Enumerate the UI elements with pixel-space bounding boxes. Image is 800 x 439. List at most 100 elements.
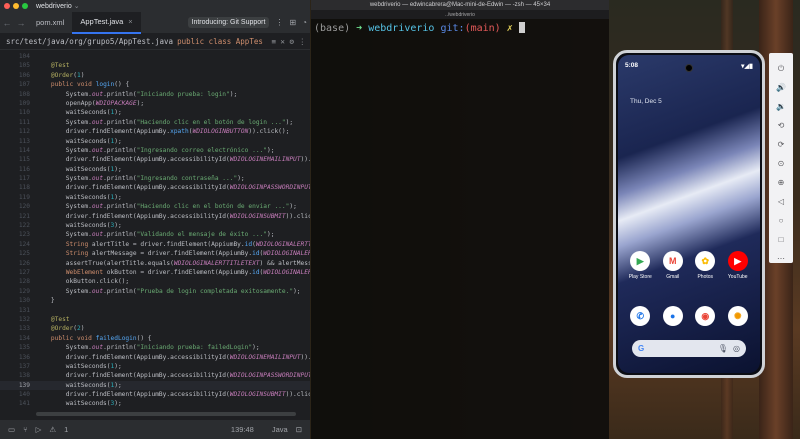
code-line[interactable]: 136 driver.findElement(AppiumBy.accessib…	[0, 353, 310, 362]
lens-icon[interactable]: ◎	[733, 344, 740, 353]
rotate-left-icon[interactable]: ⟲	[771, 116, 791, 135]
code-line[interactable]: 129 System.out.println("Prueba de login …	[0, 287, 310, 296]
project-name[interactable]: webdriverio	[36, 3, 72, 10]
app-gmail[interactable]: M Gmail	[658, 251, 688, 280]
code-line[interactable]: 135 System.out.println("Iniciando prueba…	[0, 343, 310, 352]
forward-arrow-icon[interactable]: →	[14, 18, 28, 28]
code-line[interactable]: 127 WebElement okButton = driver.findEle…	[0, 268, 310, 277]
code-line[interactable]: 137 waitSeconds(1);	[0, 362, 310, 371]
code-line[interactable]: 117 System.out.println("Ingresando contr…	[0, 174, 310, 183]
overview-icon[interactable]: □	[771, 230, 791, 249]
minimize-window-icon[interactable]	[13, 3, 19, 9]
code-text: waitSeconds(3);	[36, 400, 122, 408]
breadcrumb-class[interactable]: public class AppTes	[177, 37, 263, 46]
line-number: 137	[18, 362, 30, 370]
maximize-window-icon[interactable]	[22, 3, 28, 9]
volume-down-icon[interactable]: 🔉	[771, 97, 791, 116]
app-camera[interactable]: ✺	[723, 306, 753, 326]
line-number: 104	[18, 53, 30, 60]
code-line[interactable]: 122 waitSeconds(3);	[0, 221, 310, 230]
code-line[interactable]: 139 waitSeconds(1);	[0, 380, 310, 391]
code-line[interactable]: 116 waitSeconds(1);	[0, 165, 310, 174]
code-line[interactable]: 105 @Test	[0, 61, 310, 70]
app-label: YouTube	[727, 274, 748, 280]
power-icon[interactable]: ⏻	[771, 59, 791, 78]
more-icon[interactable]: ⋮	[275, 18, 283, 27]
code-line[interactable]: 123 System.out.println("Validando el men…	[0, 230, 310, 239]
terminal-icon[interactable]: ▭	[8, 425, 15, 434]
back-icon[interactable]: ◁	[771, 192, 791, 211]
code-line[interactable]: 104	[0, 52, 310, 61]
code-line[interactable]: 121 driver.findElement(AppiumBy.accessib…	[0, 212, 310, 221]
tab-pom-xml[interactable]: pom.xml	[28, 12, 72, 34]
lock-icon[interactable]: ⊡	[296, 425, 302, 434]
tab-apptest-java[interactable]: AppTest.java ×	[72, 11, 141, 34]
code-line[interactable]: 108 System.out.println("Iniciando prueba…	[0, 90, 310, 99]
git-branch-icon[interactable]: ⑂	[23, 425, 28, 434]
code-editor[interactable]: 104 105 @Test 106 @Order(1) 107 public void…	[0, 52, 310, 419]
code-line[interactable]: 126 assertTrue(alertTitle.equals(WDIOLOG…	[0, 259, 310, 268]
code-line[interactable]: 120 System.out.println("Haciendo clic en…	[0, 202, 310, 211]
split-view-icon[interactable]: ⊞	[289, 18, 296, 27]
code-line[interactable]: 138 driver.findElement(AppiumBy.accessib…	[0, 371, 310, 380]
close-tab-icon[interactable]: ×	[128, 17, 132, 26]
code-line[interactable]: 125 String alertMessage = driver.findEle…	[0, 249, 310, 258]
close-window-icon[interactable]	[4, 3, 10, 9]
code-line[interactable]: 118 driver.findElement(AppiumBy.accessib…	[0, 183, 310, 192]
zoom-icon[interactable]: ⊕	[771, 173, 791, 192]
code-line[interactable]: 115 driver.findElement(AppiumBy.accessib…	[0, 155, 310, 164]
app-play-store[interactable]: ▶ Play Store	[625, 251, 655, 280]
code-line[interactable]: 128 okButton.click();	[0, 277, 310, 286]
terminal-body[interactable]: (base) ➜ webdriverio git:(main) ✗	[311, 19, 609, 37]
avatar-icon[interactable]: ◔	[302, 18, 307, 27]
code-line[interactable]: 133 @Order(2)	[0, 324, 310, 333]
code-line[interactable]: 140 driver.findElement(AppiumBy.accessib…	[0, 390, 310, 399]
mic-icon[interactable]: 🎙	[718, 344, 728, 353]
app-chrome[interactable]: ◉	[690, 306, 720, 326]
terminal-tab[interactable]: ../webdriverio	[445, 12, 475, 18]
code-line[interactable]: 141 waitSeconds(3);	[0, 399, 310, 408]
run-icon[interactable]: ▷	[36, 425, 42, 434]
code-line[interactable]: 112 driver.findElement(AppiumBy.xpath(WD…	[0, 127, 310, 136]
home-icon[interactable]: ○	[771, 211, 791, 230]
volume-up-icon[interactable]: 🔊	[771, 78, 791, 97]
code-text: waitSeconds(1);	[36, 362, 122, 370]
git-support-notice[interactable]: Introducing: Git Support	[187, 17, 270, 28]
google-search-bar[interactable]: G 🎙 ◎	[632, 340, 746, 357]
code-line[interactable]: 107 public void login() {	[0, 80, 310, 89]
home-screen[interactable]: 5:08 ▾◢▮ Thu, Dec 5 ▶ Play Store M Gmail…	[618, 55, 760, 373]
app-messages[interactable]: ●	[658, 306, 688, 326]
code-line[interactable]: 131	[0, 306, 310, 315]
app-phone[interactable]: ✆	[625, 306, 655, 326]
rotate-right-icon[interactable]: ⟳	[771, 135, 791, 154]
conda-env: (base)	[314, 23, 351, 34]
cursor-position[interactable]: 139:48	[231, 425, 254, 434]
play-store-icon: ▶	[630, 251, 651, 271]
horizontal-scrollbar[interactable]	[36, 412, 296, 416]
code-line[interactable]: 106 @Order(1)	[0, 71, 310, 80]
editor-tools-icons[interactable]: ≡ ✕ ⚙ ⋮	[271, 37, 306, 46]
file-language[interactable]: Java	[272, 425, 288, 434]
code-line[interactable]: 119 waitSeconds(1);	[0, 193, 310, 202]
line-number: 139	[18, 381, 30, 389]
code-line[interactable]: 124 String alertTitle = driver.findEleme…	[0, 240, 310, 249]
app-youtube[interactable]: ▶ YouTube	[723, 251, 753, 280]
code-line[interactable]: 113 waitSeconds(1);	[0, 137, 310, 146]
code-text: System.out.println("Haciendo clic en el …	[36, 203, 297, 211]
code-line[interactable]: 111 System.out.println("Haciendo clic en…	[0, 118, 310, 127]
back-arrow-icon[interactable]: ←	[0, 18, 14, 28]
line-number: 117	[18, 175, 30, 183]
breadcrumb-path[interactable]: src/test/java/org/grupo5/AppTest.java	[6, 37, 173, 46]
app-photos[interactable]: ✿ Photos	[690, 251, 720, 280]
camera-icon[interactable]: ⊙	[771, 154, 791, 173]
code-line[interactable]: 130 }	[0, 296, 310, 305]
problems-icon[interactable]: ⚠	[49, 425, 56, 434]
problems-count[interactable]: 1	[64, 425, 68, 434]
code-line[interactable]: 132 @Test	[0, 315, 310, 324]
code-line[interactable]: 110 waitSeconds(1);	[0, 108, 310, 117]
code-line[interactable]: 114 System.out.println("Ingresando corre…	[0, 146, 310, 155]
more-icon[interactable]: ⋯	[771, 249, 791, 268]
code-line[interactable]: 134 public void failedLogin() {	[0, 334, 310, 343]
home-date[interactable]: Thu, Dec 5	[630, 98, 662, 105]
code-line[interactable]: 109 openApp(WDIOPACKAGE);	[0, 99, 310, 108]
